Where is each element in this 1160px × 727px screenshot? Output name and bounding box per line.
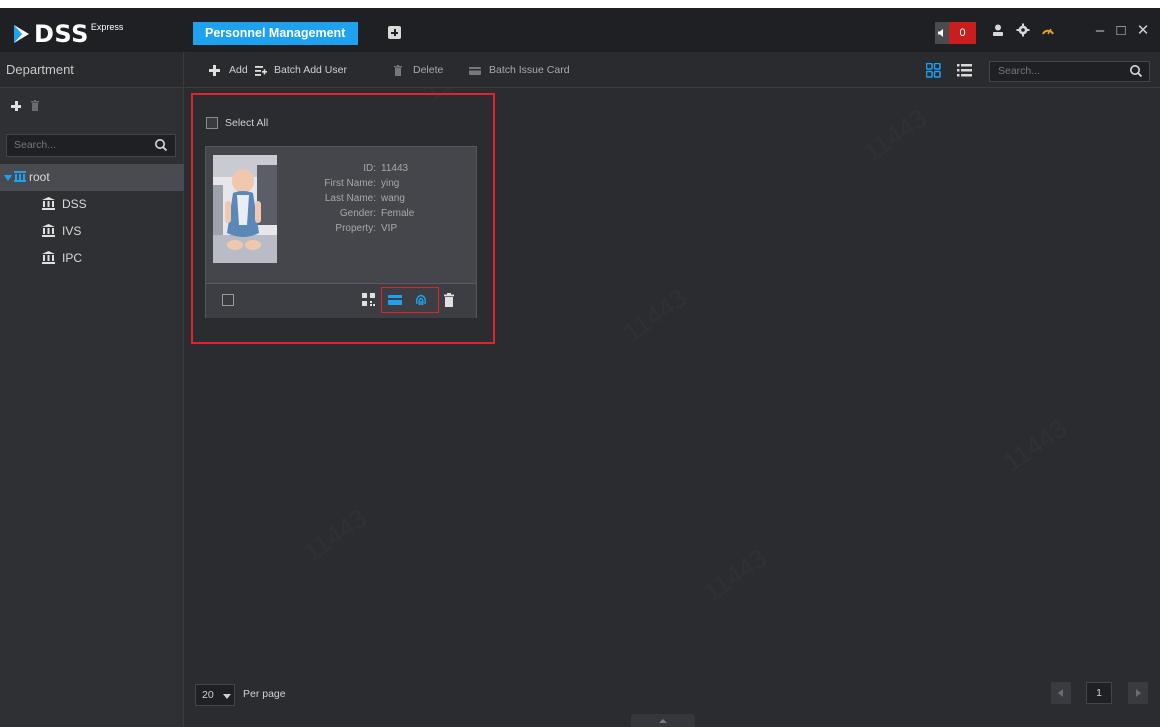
department-icon <box>42 251 55 264</box>
field-label: First Name: <box>324 178 376 189</box>
person-info: ID: 11443 First Name: ying Last Name: wang … <box>282 161 478 236</box>
field-value: wang <box>381 193 405 204</box>
field-property: Property: VIP <box>282 221 478 236</box>
add-department-icon[interactable] <box>11 101 21 111</box>
gauge-icon[interactable] <box>1039 23 1057 41</box>
current-page-input[interactable]: 1 <box>1086 682 1112 704</box>
tree-item-label: root <box>29 170 50 184</box>
close-button[interactable]: ✕ <box>1135 21 1151 41</box>
department-title: Department <box>0 52 183 88</box>
checkbox[interactable] <box>206 117 218 129</box>
fingerprint-icon[interactable] <box>414 293 428 307</box>
delete-label: Delete <box>413 64 444 76</box>
gear-icon[interactable] <box>1014 23 1032 41</box>
collapse-panel-tab[interactable] <box>631 714 695 727</box>
tree-item-label: IPC <box>62 251 83 265</box>
card-icon <box>469 67 481 75</box>
add-tab-icon[interactable] <box>388 26 401 39</box>
expand-caret-icon[interactable] <box>4 175 12 181</box>
speaker-icon <box>935 22 949 44</box>
next-page-button[interactable] <box>1128 682 1148 704</box>
add-label: Add <box>229 64 248 76</box>
search-placeholder: Search... <box>14 139 57 151</box>
tab-personnel-management[interactable]: Personnel Management <box>193 22 358 45</box>
minimize-button[interactable]: – <box>1092 21 1108 41</box>
logo-text: DSS <box>34 20 89 48</box>
app-logo: DSS Express <box>12 20 123 48</box>
search-icon[interactable] <box>154 138 168 152</box>
card-actions <box>206 283 476 318</box>
app-window: 11443 11443 11443 11443 11443 11443 1144… <box>0 0 1160 727</box>
tree-item-root[interactable]: root <box>0 164 184 191</box>
field-label: Property: <box>335 223 376 234</box>
grid-view-icon[interactable] <box>926 63 941 78</box>
personnel-search-input[interactable]: Search... <box>989 61 1150 82</box>
per-page-value: 20 <box>202 689 214 701</box>
field-value: VIP <box>381 223 398 234</box>
trash-icon <box>394 65 402 76</box>
dropdown-caret-icon <box>223 694 231 699</box>
logo-superscript: Express <box>90 22 124 32</box>
plus-icon <box>209 65 220 76</box>
user-icon[interactable] <box>989 23 1007 41</box>
department-icon <box>42 197 55 210</box>
prev-page-button[interactable] <box>1051 682 1071 704</box>
select-all-label: Select All <box>225 117 269 129</box>
delete-button[interactable]: Delete <box>393 52 455 88</box>
tree-item-dss[interactable]: DSS <box>0 191 184 218</box>
person-photo <box>213 155 277 263</box>
field-last-name: Last Name: wang <box>282 191 478 206</box>
delete-department-icon[interactable] <box>31 100 39 111</box>
alarm-indicator[interactable]: 0 <box>935 22 976 44</box>
batch-add-icon <box>255 66 267 76</box>
tree-item-label: IVS <box>62 224 82 238</box>
department-search-input[interactable]: Search... <box>6 134 176 157</box>
add-button[interactable]: Add <box>209 52 254 88</box>
highlight-box: Select All ID: 11443 First Name: ying La… <box>191 93 495 344</box>
department-icon <box>42 224 55 237</box>
tree-item-label: DSS <box>62 197 87 211</box>
field-value: 11443 <box>381 163 409 174</box>
person-card[interactable]: ID: 11443 First Name: ying Last Name: wang … <box>205 146 477 318</box>
department-panel: Department Search... root DSS IVS IPC <box>0 52 184 727</box>
logo-mark-icon <box>14 25 29 43</box>
tree-item-ipc[interactable]: IPC <box>0 245 184 272</box>
qr-code-icon[interactable] <box>362 293 376 307</box>
department-tools <box>0 88 183 124</box>
alarm-count-badge: 0 <box>949 22 976 44</box>
baby-photo-image <box>213 155 277 263</box>
field-value: ying <box>381 178 400 189</box>
field-label: ID: <box>363 163 376 174</box>
trash-icon[interactable] <box>442 293 456 307</box>
department-tree: root DSS IVS IPC <box>0 164 184 272</box>
batch-issue-label: Batch Issue Card <box>489 64 570 76</box>
per-page-select[interactable]: 20 <box>195 684 235 706</box>
card-issue-icon[interactable] <box>388 293 402 307</box>
per-page-label: Per page <box>243 688 286 700</box>
field-value: Female <box>381 208 415 219</box>
personnel-content: Select All ID: 11443 First Name: ying La… <box>185 89 1160 727</box>
main-toolbar: Add Batch Add User Delete Batch Issue Ca… <box>185 52 1160 88</box>
card-checkbox[interactable] <box>222 294 234 306</box>
batch-add-user-button[interactable]: Batch Add User <box>255 52 365 88</box>
field-id: ID: 11443 <box>282 161 478 176</box>
batch-add-label: Batch Add User <box>274 64 347 76</box>
organization-icon <box>14 171 26 182</box>
search-placeholder: Search... <box>998 65 1041 77</box>
pagination: 1 <box>1051 682 1151 704</box>
tree-item-ivs[interactable]: IVS <box>0 218 184 245</box>
field-gender: Gender: Female <box>282 206 478 221</box>
list-view-icon[interactable] <box>957 63 972 78</box>
field-first-name: First Name: ying <box>282 176 478 191</box>
batch-issue-card-button[interactable]: Batch Issue Card <box>469 52 579 88</box>
title-bar: DSS Express Personnel Management 0 – □ ✕ <box>0 0 1160 52</box>
field-label: Last Name: <box>324 193 376 204</box>
search-icon[interactable] <box>1129 64 1143 78</box>
field-label: Gender: <box>339 208 376 219</box>
maximize-button[interactable]: □ <box>1113 21 1129 41</box>
